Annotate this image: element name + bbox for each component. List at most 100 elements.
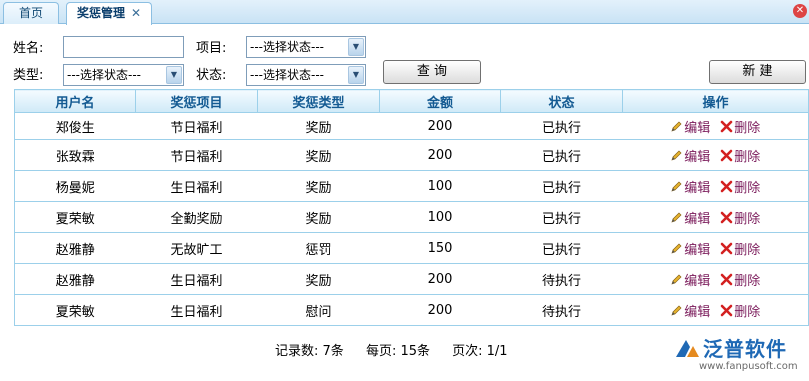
table-row: 赵雅静 无故旷工 惩罚 150 已执行 编辑 删除: [14, 232, 809, 264]
cell-amount: 200: [379, 294, 501, 326]
edit-action[interactable]: 编辑: [670, 212, 710, 227]
edit-action[interactable]: 编辑: [670, 243, 710, 258]
status-select[interactable]: ---选择状态--- ▼: [246, 64, 366, 86]
edit-label: 编辑: [684, 304, 711, 320]
edit-action[interactable]: 编辑: [670, 274, 710, 289]
cell-type: 奖励: [257, 170, 380, 202]
delete-icon: [720, 180, 733, 192]
edit-label: 编辑: [684, 120, 711, 136]
delete-label: 删除: [734, 242, 761, 258]
delete-action[interactable]: 删除: [710, 149, 761, 165]
cell-amount: 100: [379, 201, 501, 233]
column-header-status: 状态: [500, 89, 623, 113]
table-row: 杨曼妮 生日福利 奖励 100 已执行 编辑 删除: [14, 170, 809, 202]
reward-table: 用户名 奖惩项目 奖惩类型 金额 状态 操作 郑俊生 节日福利 奖励 200 已执行 编辑…: [14, 89, 809, 326]
pagination-info: 记录数: 7条 每页: 15条 页次: 1/1: [275, 340, 526, 359]
logo-name: 泛普软件: [703, 337, 787, 361]
table-row: 夏荣敏 生日福利 慰问 200 待执行 编辑 删除: [14, 294, 809, 326]
delete-label: 删除: [734, 120, 761, 136]
pencil-icon: [671, 121, 682, 132]
item-select[interactable]: ---选择状态--- ▼: [246, 36, 366, 58]
cell-type: 奖励: [257, 139, 380, 171]
delete-action[interactable]: 删除: [710, 180, 761, 196]
edit-action[interactable]: 编辑: [670, 305, 710, 320]
chevron-down-icon: ▼: [348, 66, 364, 84]
type-label: 类型:: [13, 68, 44, 83]
tab-home[interactable]: 首页: [3, 2, 59, 24]
name-input[interactable]: [63, 36, 184, 58]
edit-label: 编辑: [684, 149, 711, 165]
column-header-type: 奖惩类型: [257, 89, 380, 113]
edit-action[interactable]: 编辑: [670, 181, 710, 196]
delete-action[interactable]: 删除: [710, 242, 761, 258]
cell-actions: 编辑 删除: [622, 112, 809, 140]
item-select-value: ---选择状态---: [250, 40, 324, 54]
delete-icon: [720, 242, 733, 254]
cell-type: 慰问: [257, 294, 380, 326]
cell-username: 夏荣敏: [14, 201, 136, 233]
new-button[interactable]: 新 建: [709, 60, 806, 84]
delete-icon: [720, 211, 733, 223]
cell-status: 已执行: [500, 170, 623, 202]
cell-amount: 150: [379, 232, 501, 264]
cell-item: 节日福利: [135, 139, 258, 171]
cell-actions: 编辑 删除: [622, 201, 809, 233]
cell-type: 奖励: [257, 263, 380, 295]
delete-action[interactable]: 删除: [710, 211, 760, 227]
delete-label: 删除: [734, 180, 761, 196]
delete-action[interactable]: 删除: [710, 304, 760, 320]
cell-actions: 编辑 删除: [622, 294, 809, 326]
tab-strip: 首页 奖惩管理 ✕ ✕: [0, 0, 809, 25]
type-select[interactable]: ---选择状态--- ▼: [63, 64, 184, 86]
cell-amount: 100: [379, 170, 501, 202]
cell-username: 杨曼妮: [14, 170, 136, 202]
type-select-value: ---选择状态---: [67, 68, 141, 82]
cell-item: 生日福利: [135, 263, 258, 295]
delete-icon: [720, 120, 733, 132]
cell-item: 节日福利: [135, 112, 258, 140]
cell-status: 已执行: [500, 201, 623, 233]
tab-home-label: 首页: [18, 6, 43, 20]
delete-icon: [720, 273, 733, 285]
cell-username: 赵雅静: [14, 263, 136, 295]
cell-username: 赵雅静: [14, 232, 136, 264]
cell-status: 已执行: [500, 232, 623, 264]
table-row: 赵雅静 生日福利 奖励 200 待执行 编辑 删除: [14, 263, 809, 295]
status-label: 状态:: [196, 68, 227, 83]
close-all-icon[interactable]: ✕: [793, 4, 807, 18]
delete-label: 删除: [734, 149, 761, 165]
query-button[interactable]: 查 询: [383, 60, 481, 84]
table-row: 张致霖 节日福利 奖励 200 已执行 编辑 删除: [14, 139, 809, 171]
page: 首页 奖惩管理 ✕ ✕ 姓名: 项目: ---选择状态--- ▼ 类型: ---选…: [0, 0, 809, 381]
cell-item: 生日福利: [135, 170, 258, 202]
cell-item: 全勤奖励: [135, 201, 258, 233]
chevron-down-icon: ▼: [166, 66, 182, 84]
pencil-icon: [671, 212, 682, 223]
edit-action[interactable]: 编辑: [670, 150, 710, 165]
brand-logo: 泛普软件 www.fanpusoft.com: [673, 333, 801, 379]
cell-amount: 200: [379, 139, 501, 171]
logo-icon: [676, 340, 699, 357]
page-size: 每页: 15条: [365, 344, 430, 359]
pencil-icon: [671, 305, 682, 316]
cell-actions: 编辑 删除: [622, 139, 809, 171]
delete-action[interactable]: 删除: [710, 120, 761, 136]
close-icon[interactable]: ✕: [131, 3, 141, 23]
pencil-icon: [671, 243, 682, 254]
column-header-actions: 操作: [622, 89, 809, 113]
cell-actions: 编辑 删除: [622, 170, 809, 202]
column-header-amount: 金额: [379, 89, 501, 113]
delete-icon: [720, 149, 733, 161]
edit-label: 编辑: [684, 211, 711, 227]
cell-item: 无故旷工: [135, 232, 258, 264]
edit-action[interactable]: 编辑: [670, 121, 710, 136]
edit-label: 编辑: [684, 180, 711, 196]
chevron-down-icon: ▼: [348, 38, 364, 56]
cell-username: 夏荣敏: [14, 294, 136, 326]
tab-reward-management[interactable]: 奖惩管理 ✕: [66, 2, 152, 25]
status-select-value: ---选择状态---: [250, 68, 324, 82]
delete-action[interactable]: 删除: [710, 273, 761, 289]
delete-label: 删除: [734, 273, 761, 289]
record-count: 记录数: 7条: [275, 344, 344, 359]
edit-label: 编辑: [684, 273, 711, 289]
